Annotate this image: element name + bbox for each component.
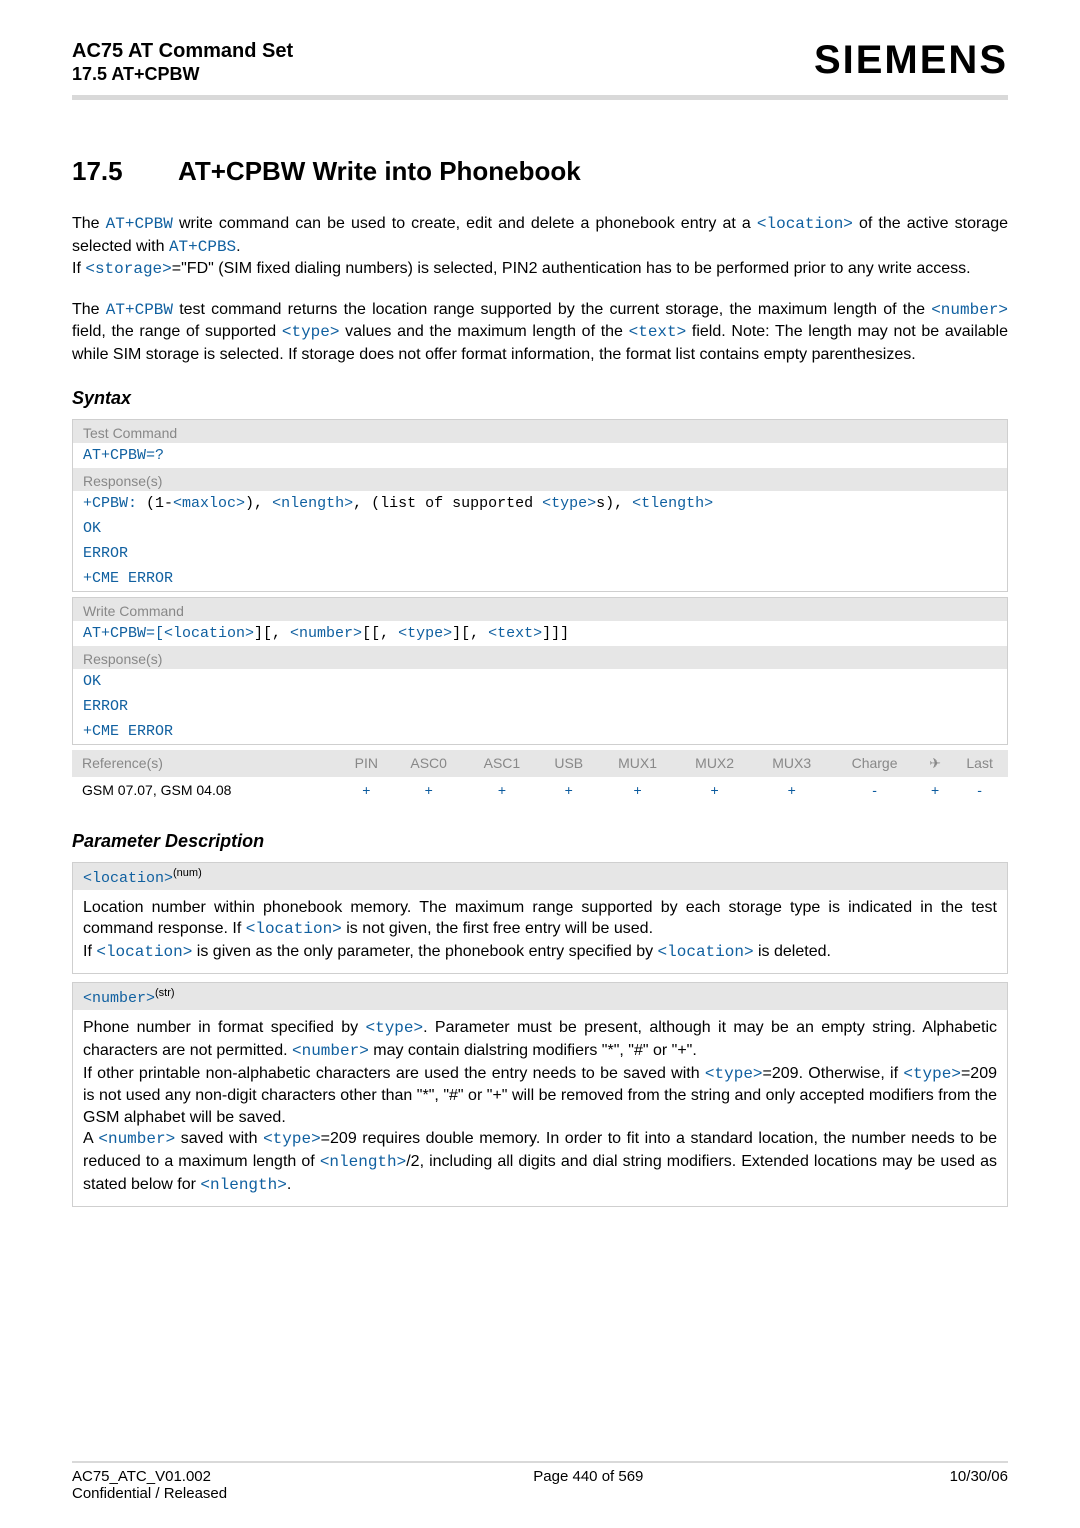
section-title: AT+CPBW Write into Phonebook	[178, 156, 581, 187]
footer: AC75_ATC_V01.002 Confidential / Released…	[72, 1461, 1008, 1502]
link-text-2[interactable]: <text>	[488, 625, 542, 642]
write-command-line: AT+CPBW=[<location>][, <number>[[, <type…	[73, 621, 1007, 646]
link-number-4[interactable]: <number>	[98, 1130, 175, 1148]
link-number-3[interactable]: <number>	[292, 1042, 369, 1060]
val-pin: +	[341, 777, 393, 803]
col-last: Last	[951, 750, 1008, 777]
col-charge: Charge	[830, 750, 919, 777]
col-asc1: ASC1	[465, 750, 538, 777]
doc-section: 17.5 AT+CPBW	[72, 64, 293, 85]
param-location-tag: <location>(num)	[73, 863, 1007, 890]
val-mux1: +	[599, 777, 676, 803]
val-usb: +	[539, 777, 599, 803]
val-airplane: +	[919, 777, 951, 803]
col-mux3: MUX3	[753, 750, 830, 777]
test-error: ERROR	[73, 541, 1007, 566]
link-type-4[interactable]: <type>	[366, 1019, 424, 1037]
section-number: 17.5	[72, 156, 136, 187]
write-ok: OK	[73, 669, 1007, 694]
link-number-2[interactable]: <number>	[290, 625, 362, 642]
link-location[interactable]: <location>	[757, 215, 853, 233]
section-heading: 17.5 AT+CPBW Write into Phonebook	[72, 156, 1008, 187]
col-mux1: MUX1	[599, 750, 676, 777]
ref-label: Reference(s)	[72, 750, 341, 777]
write-command-label: Write Command	[73, 598, 1007, 621]
val-mux3: +	[753, 777, 830, 803]
val-asc0: +	[392, 777, 465, 803]
param-location-body: Location number within phonebook memory.…	[73, 890, 1007, 974]
col-asc0: ASC0	[392, 750, 465, 777]
footer-center: Page 440 of 569	[533, 1468, 643, 1502]
ref-value-row: GSM 07.07, GSM 04.08 + + + + + + + - + -	[72, 777, 1008, 803]
syntax-heading: Syntax	[72, 388, 1008, 409]
link-maxloc[interactable]: <maxloc>	[173, 495, 245, 512]
link-tlength[interactable]: <tlength>	[632, 495, 713, 512]
link-location-2[interactable]: <location>	[164, 625, 254, 642]
test-cme: +CME ERROR	[73, 566, 1007, 591]
header: AC75 AT Command Set 17.5 AT+CPBW SIEMENS	[72, 40, 1008, 85]
link-type[interactable]: <type>	[282, 323, 340, 341]
param-number-tag: <number>(str)	[73, 983, 1007, 1010]
ref-value: GSM 07.07, GSM 04.08	[72, 777, 341, 803]
link-type-5[interactable]: <type>	[705, 1065, 763, 1083]
val-last: -	[951, 777, 1008, 803]
val-mux2: +	[676, 777, 753, 803]
link-atcpbw-2[interactable]: AT+CPBW	[106, 301, 173, 319]
link-type-7[interactable]: <type>	[263, 1130, 321, 1148]
intro-para-2: The AT+CPBW test command returns the loc…	[72, 299, 1008, 366]
val-asc1: +	[465, 777, 538, 803]
write-error: ERROR	[73, 694, 1007, 719]
link-nlength[interactable]: <nlength>	[272, 495, 353, 512]
link-location-5[interactable]: <location>	[658, 943, 754, 961]
write-cme: +CME ERROR	[73, 719, 1007, 744]
doc-title: AC75 AT Command Set	[72, 40, 293, 63]
page: AC75 AT Command Set 17.5 AT+CPBW SIEMENS…	[0, 0, 1080, 1528]
intro-para-1: The AT+CPBW write command can be used to…	[72, 213, 1008, 281]
test-command-box: Test Command AT+CPBW=? Response(s) +CPBW…	[72, 419, 1008, 592]
test-command-line: AT+CPBW=?	[73, 443, 1007, 468]
col-pin: PIN	[341, 750, 393, 777]
write-responses-label: Response(s)	[73, 646, 1007, 669]
link-atcpbw[interactable]: AT+CPBW	[106, 215, 173, 233]
link-type-2[interactable]: <type>	[542, 495, 596, 512]
link-number[interactable]: <number>	[931, 301, 1008, 319]
param-location: <location>(num) Location number within p…	[72, 862, 1008, 975]
val-charge: -	[830, 777, 919, 803]
col-airplane-icon: ✈	[919, 750, 951, 777]
link-storage[interactable]: <storage>	[85, 260, 171, 278]
link-location-3[interactable]: <location>	[246, 920, 342, 938]
brand-logo: SIEMENS	[814, 40, 1008, 80]
test-command-label: Test Command	[73, 420, 1007, 443]
param-number-sup: (str)	[155, 987, 175, 999]
link-text[interactable]: <text>	[629, 323, 687, 341]
header-left: AC75 AT Command Set 17.5 AT+CPBW	[72, 40, 293, 85]
link-nlength-3[interactable]: <nlength>	[200, 1176, 286, 1194]
link-atcpbs[interactable]: AT+CPBS	[169, 238, 236, 256]
col-mux2: MUX2	[676, 750, 753, 777]
param-number-body: Phone number in format specified by <typ…	[73, 1010, 1007, 1206]
test-responses-label: Response(s)	[73, 468, 1007, 491]
reference-table: Reference(s) PIN ASC0 ASC1 USB MUX1 MUX2…	[72, 750, 1008, 803]
content: 17.5 AT+CPBW Write into Phonebook The AT…	[72, 100, 1008, 1461]
col-usb: USB	[539, 750, 599, 777]
link-nlength-2[interactable]: <nlength>	[320, 1153, 406, 1171]
ref-header-row: Reference(s) PIN ASC0 ASC1 USB MUX1 MUX2…	[72, 750, 1008, 777]
link-type-6[interactable]: <type>	[903, 1065, 961, 1083]
footer-row: AC75_ATC_V01.002 Confidential / Released…	[72, 1463, 1008, 1502]
test-response-line: +CPBW: (1-<maxloc>), <nlength>, (list of…	[73, 491, 1007, 516]
write-command-box: Write Command AT+CPBW=[<location>][, <nu…	[72, 597, 1008, 745]
param-location-sup: (num)	[173, 867, 202, 879]
test-ok: OK	[73, 516, 1007, 541]
footer-left: AC75_ATC_V01.002 Confidential / Released	[72, 1468, 227, 1502]
link-type-3[interactable]: <type>	[398, 625, 452, 642]
link-location-4[interactable]: <location>	[96, 943, 192, 961]
param-number: <number>(str) Phone number in format spe…	[72, 982, 1008, 1207]
param-desc-heading: Parameter Description	[72, 831, 1008, 852]
footer-right: 10/30/06	[950, 1468, 1008, 1502]
